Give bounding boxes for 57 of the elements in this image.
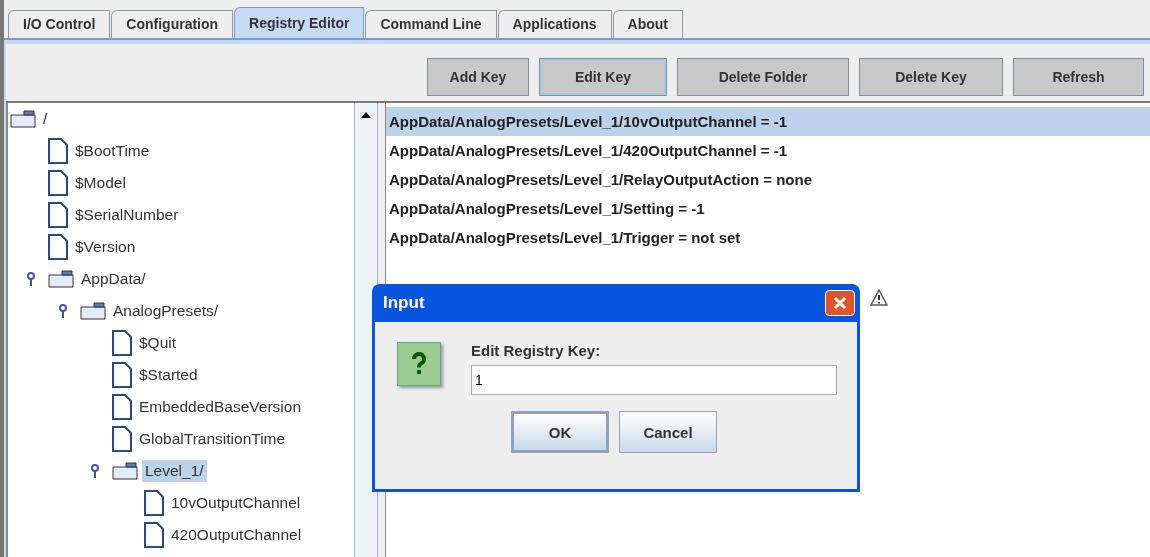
tree-item[interactable]: 10vOutputChannel	[168, 492, 304, 514]
file-icon	[48, 234, 68, 260]
toolbar-button[interactable]: Add Key	[427, 58, 529, 96]
file-icon	[112, 394, 132, 420]
prompt-label: Edit Registry Key:	[471, 342, 602, 359]
tree-item[interactable]: $Model	[72, 172, 129, 194]
tree-item[interactable]: GlobalTransitionTime	[136, 428, 289, 450]
registry-entry[interactable]: AppData/AnalogPresets/Level_1/10vOutputChannel = -1	[386, 107, 1150, 136]
registry-entry[interactable]: AppData/AnalogPresets/Level_1/Trigger = not set	[386, 223, 1150, 252]
tab[interactable]: Registry Editor	[234, 7, 365, 38]
tree-item[interactable]: Level_1/	[142, 460, 207, 482]
tab[interactable]: Command Line	[365, 10, 497, 38]
folder-icon	[112, 462, 138, 480]
registry-entry[interactable]: AppData/AnalogPresets/Level_1/420OutputChannel = -1	[386, 136, 1150, 165]
tree-item[interactable]: $Version	[72, 236, 139, 258]
tree-item[interactable]: 420OutputChannel	[168, 524, 305, 546]
expand-handle-icon[interactable]	[58, 304, 68, 318]
tab[interactable]: About	[612, 10, 684, 38]
scroll-up-icon[interactable]	[360, 111, 372, 119]
tab[interactable]: Configuration	[111, 10, 234, 38]
warning-icon	[870, 289, 888, 306]
file-icon	[48, 138, 68, 164]
tree-item[interactable]: /	[40, 108, 51, 130]
tree-item[interactable]: AppData/	[78, 268, 149, 290]
folder-icon	[48, 270, 74, 288]
file-icon	[112, 330, 132, 356]
tree-item[interactable]: $BootTime	[72, 140, 153, 162]
file-icon	[144, 490, 164, 516]
file-icon	[48, 202, 68, 228]
key-input-field[interactable]: 1	[471, 365, 837, 395]
folder-icon	[80, 302, 106, 320]
expand-handle-icon[interactable]	[90, 464, 100, 478]
tab[interactable]: Applications	[497, 10, 612, 38]
tree-item[interactable]: EmbeddedBaseVersion	[136, 396, 304, 418]
registry-entry[interactable]: AppData/AnalogPresets/Level_1/Setting = -1	[386, 194, 1150, 223]
toolbar-button[interactable]: Edit Key	[539, 58, 667, 96]
file-icon	[112, 362, 132, 388]
question-icon	[397, 342, 441, 386]
toolbar-button[interactable]: Refresh	[1013, 58, 1144, 96]
dialog-title: Input	[383, 293, 425, 313]
folder-icon	[10, 110, 36, 128]
file-icon	[48, 170, 68, 196]
dialog-button[interactable]: OK	[511, 411, 609, 453]
close-icon	[833, 296, 847, 310]
tree-item[interactable]: $Quit	[136, 332, 180, 354]
toolbar-button[interactable]: Delete Key	[859, 58, 1003, 96]
tree-item[interactable]: $SerialNumber	[72, 204, 182, 226]
expand-handle-icon[interactable]	[26, 272, 36, 286]
dialog-button[interactable]: Cancel	[619, 411, 717, 453]
registry-entry[interactable]: AppData/AnalogPresets/Level_1/RelayOutputAction = none	[386, 165, 1150, 194]
file-icon	[144, 522, 164, 548]
close-button[interactable]	[825, 290, 855, 316]
tree-item[interactable]: AnalogPresets/	[110, 300, 222, 322]
tab[interactable]: I/O Control	[8, 10, 111, 38]
tree-item[interactable]: $Started	[136, 364, 201, 386]
toolbar-button[interactable]: Delete Folder	[677, 58, 849, 96]
file-icon	[112, 426, 132, 452]
